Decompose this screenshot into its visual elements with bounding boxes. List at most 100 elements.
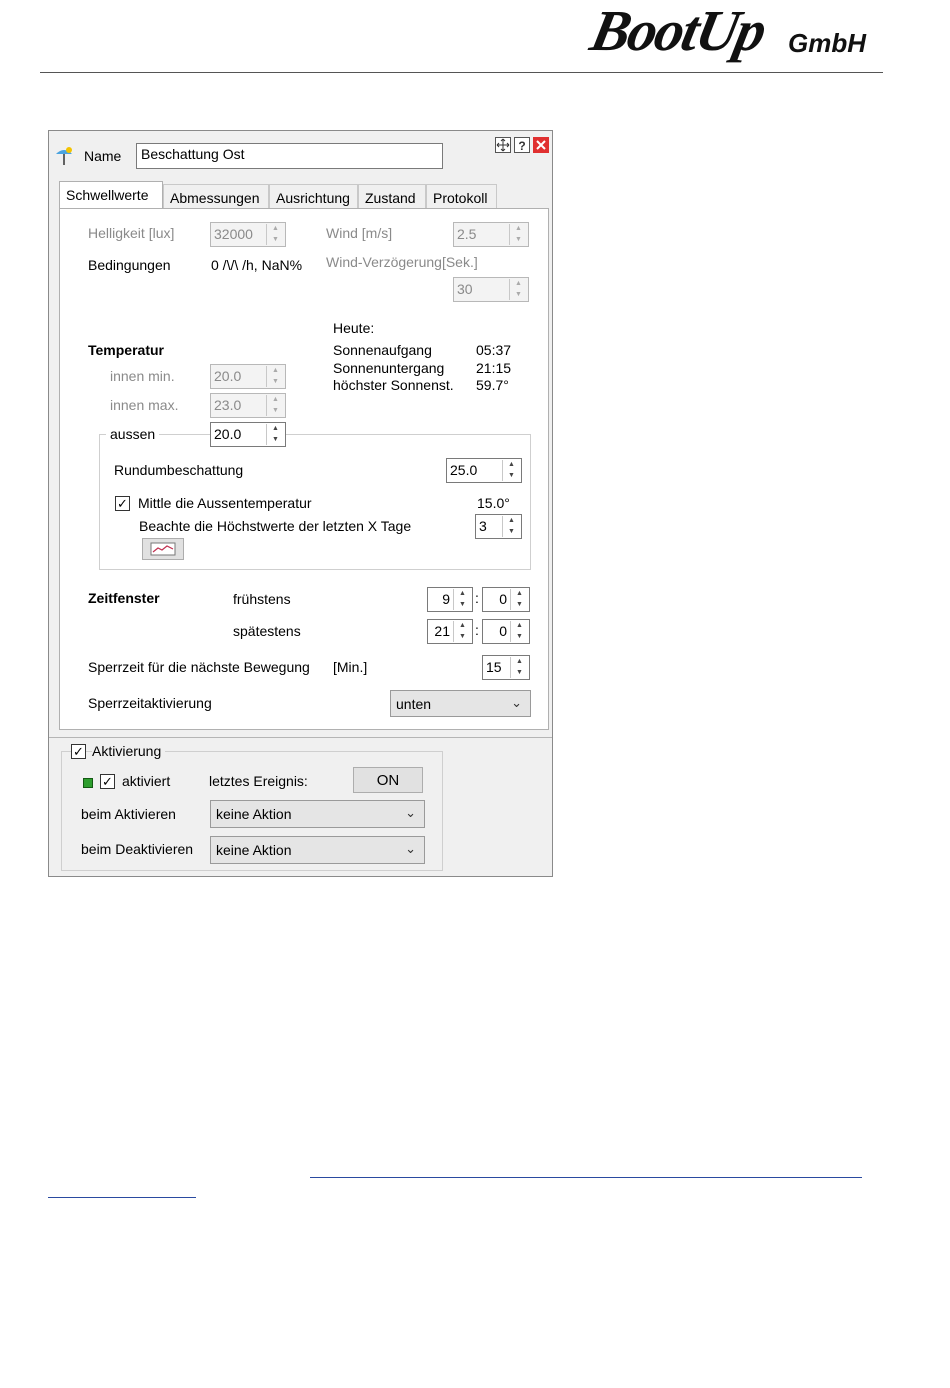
sonnenuntergang-value: 21:15 bbox=[476, 360, 512, 376]
spaetestens-hour-spinner[interactable]: 21 ▲ ▼ bbox=[427, 619, 473, 644]
bedingungen-value: 0 /\/\ /h, NaN% bbox=[211, 257, 303, 273]
help-icon[interactable]: ? bbox=[514, 137, 530, 153]
sonnenaufgang-value: 05:37 bbox=[476, 342, 512, 358]
innen-min-value: 20.0 bbox=[214, 368, 242, 384]
beachte-label: Beachte die Höchstwerte der letzten X Ta… bbox=[139, 518, 412, 534]
sonnenaufgang-label: Sonnenaufgang bbox=[333, 342, 432, 358]
spin-down-icon[interactable]: ▼ bbox=[454, 600, 471, 611]
close-icon[interactable] bbox=[533, 137, 549, 153]
company-logo: BootUp bbox=[585, 0, 771, 63]
tab-panel-schwellwerte: Helligkeit [lux] 32000 ▲ ▼ Wind [m/s] 2.5… bbox=[59, 208, 549, 730]
name-input[interactable]: Beschattung Ost bbox=[136, 143, 443, 169]
aktiviert-checkbox[interactable]: ✓ bbox=[100, 774, 115, 789]
spin-down-icon: ▼ bbox=[515, 290, 522, 298]
wind-label: Wind [m/s] bbox=[326, 225, 393, 241]
aktiviert-label: aktiviert bbox=[122, 773, 171, 789]
spin-down-icon[interactable]: ▼ bbox=[511, 668, 528, 679]
temperatur-heading: Temperatur bbox=[88, 342, 164, 358]
company-suffix: GmbH bbox=[788, 28, 866, 58]
sperrzeit-value: 15 bbox=[486, 659, 502, 675]
spin-down-icon[interactable]: ▼ bbox=[454, 632, 471, 643]
beim-aktivieren-value: keine Aktion bbox=[216, 806, 292, 822]
hyperlink-underline-continued[interactable] bbox=[48, 1197, 196, 1198]
beachte-spinner[interactable]: 3 ▲ ▼ bbox=[475, 514, 522, 539]
mittle-label: Mittle die Aussentemperatur bbox=[138, 495, 312, 511]
spin-up-icon[interactable]: ▲ bbox=[503, 516, 520, 527]
spin-down-icon: ▼ bbox=[272, 406, 279, 414]
innen-max-label: innen max. bbox=[110, 397, 179, 413]
spin-down-icon[interactable]: ▼ bbox=[503, 527, 520, 538]
spin-down-icon[interactable]: ▼ bbox=[267, 435, 284, 446]
beim-deaktivieren-select[interactable]: keine Aktion ⌄ bbox=[210, 836, 425, 864]
spin-down-icon[interactable]: ▼ bbox=[503, 471, 520, 482]
spin-up-icon[interactable]: ▲ bbox=[511, 621, 528, 632]
chart-button[interactable] bbox=[142, 538, 184, 560]
tab-protokoll[interactable]: Protokoll bbox=[426, 184, 497, 209]
aussen-label: aussen bbox=[106, 426, 160, 442]
fruehestens-label: frühstens bbox=[233, 591, 291, 607]
wind-spinner: 2.5 ▲ ▼ bbox=[453, 222, 529, 247]
spin-up-icon: ▲ bbox=[272, 367, 279, 374]
spin-up-icon[interactable]: ▲ bbox=[503, 460, 520, 471]
section-divider bbox=[49, 737, 552, 738]
spin-up-icon[interactable]: ▲ bbox=[454, 589, 471, 600]
beim-aktivieren-select[interactable]: keine Aktion ⌄ bbox=[210, 800, 425, 828]
tab-ausrichtung[interactable]: Ausrichtung bbox=[269, 184, 358, 209]
wind-delay-spinner: 30 ▲ ▼ bbox=[453, 277, 529, 302]
aussen-value: 20.0 bbox=[214, 426, 242, 442]
spin-up-icon[interactable]: ▲ bbox=[267, 424, 284, 435]
fruehestens-minute-spinner[interactable]: 0 ▲ ▼ bbox=[482, 587, 530, 612]
beachte-value: 3 bbox=[479, 518, 487, 534]
helligkeit-spinner: 32000 ▲ ▼ bbox=[210, 222, 286, 247]
sperrzeitaktivierung-select[interactable]: unten ⌄ bbox=[390, 690, 531, 717]
spaetestens-minute-spinner[interactable]: 0 ▲ ▼ bbox=[482, 619, 530, 644]
wind-delay-label: Wind-Verzögerung[Sek.] bbox=[326, 254, 478, 270]
sperrzeit-spinner[interactable]: 15 ▲ ▼ bbox=[482, 655, 530, 680]
spin-up-icon[interactable]: ▲ bbox=[454, 621, 471, 632]
chart-icon bbox=[150, 542, 176, 556]
innen-min-spinner: 20.0 ▲ ▼ bbox=[210, 364, 286, 389]
hyperlink-underline[interactable] bbox=[310, 1177, 862, 1178]
tab-zustand[interactable]: Zustand bbox=[358, 184, 426, 209]
beim-deaktivieren-value: keine Aktion bbox=[216, 842, 292, 858]
shading-icon bbox=[56, 147, 72, 165]
aktivierung-checkbox[interactable]: ✓ bbox=[71, 744, 86, 759]
rundumbeschattung-spinner[interactable]: 25.0 ▲ ▼ bbox=[446, 458, 522, 483]
mittle-checkbox[interactable]: ✓ bbox=[115, 496, 130, 511]
letztes-ereignis-value: ON bbox=[353, 767, 423, 793]
spin-down-icon[interactable]: ▼ bbox=[511, 600, 528, 611]
rundumbeschattung-label: Rundumbeschattung bbox=[114, 462, 244, 478]
spin-up-icon: ▲ bbox=[515, 280, 522, 287]
spin-up-icon[interactable]: ▲ bbox=[511, 589, 528, 600]
spin-up-icon: ▲ bbox=[272, 225, 279, 232]
spin-up-icon: ▲ bbox=[515, 225, 522, 232]
rundumbeschattung-value: 25.0 bbox=[450, 462, 478, 478]
chevron-down-icon: ⌄ bbox=[511, 695, 522, 710]
aussen-spinner[interactable]: 20.0 ▲ ▼ bbox=[210, 422, 286, 447]
heute-label: Heute: bbox=[333, 320, 375, 336]
spin-down-icon: ▼ bbox=[272, 235, 279, 243]
move-icon[interactable] bbox=[495, 137, 511, 153]
tab-schwellwerte[interactable]: Schwellwerte bbox=[59, 181, 163, 209]
bedingungen-label: Bedingungen bbox=[88, 257, 171, 273]
spin-up-icon: ▲ bbox=[272, 396, 279, 403]
name-label: Name bbox=[84, 148, 122, 164]
spin-down-icon[interactable]: ▼ bbox=[511, 632, 528, 643]
time-separator: : bbox=[475, 622, 479, 638]
zeitfenster-heading: Zeitfenster bbox=[88, 590, 160, 606]
status-led-icon bbox=[83, 778, 93, 788]
spin-up-icon[interactable]: ▲ bbox=[511, 657, 528, 668]
sperrzeitaktivierung-label: Sperrzeitaktivierung bbox=[88, 695, 212, 711]
letztes-ereignis-label: letztes Ereignis: bbox=[209, 773, 308, 789]
innen-max-value: 23.0 bbox=[214, 397, 242, 413]
chevron-down-icon: ⌄ bbox=[405, 841, 416, 856]
tab-abmessungen[interactable]: Abmessungen bbox=[163, 184, 269, 209]
fruehestens-hour-spinner[interactable]: 9 ▲ ▼ bbox=[427, 587, 473, 612]
sperrzeit-unit: [Min.] bbox=[333, 659, 368, 675]
innen-max-spinner: 23.0 ▲ ▼ bbox=[210, 393, 286, 418]
hoechster-sonnenstand-value: 59.7° bbox=[476, 377, 509, 393]
chevron-down-icon: ⌄ bbox=[405, 805, 416, 820]
beim-deaktivieren-label: beim Deaktivieren bbox=[81, 841, 194, 857]
helligkeit-value: 32000 bbox=[214, 226, 253, 242]
helligkeit-label: Helligkeit [lux] bbox=[88, 225, 175, 241]
